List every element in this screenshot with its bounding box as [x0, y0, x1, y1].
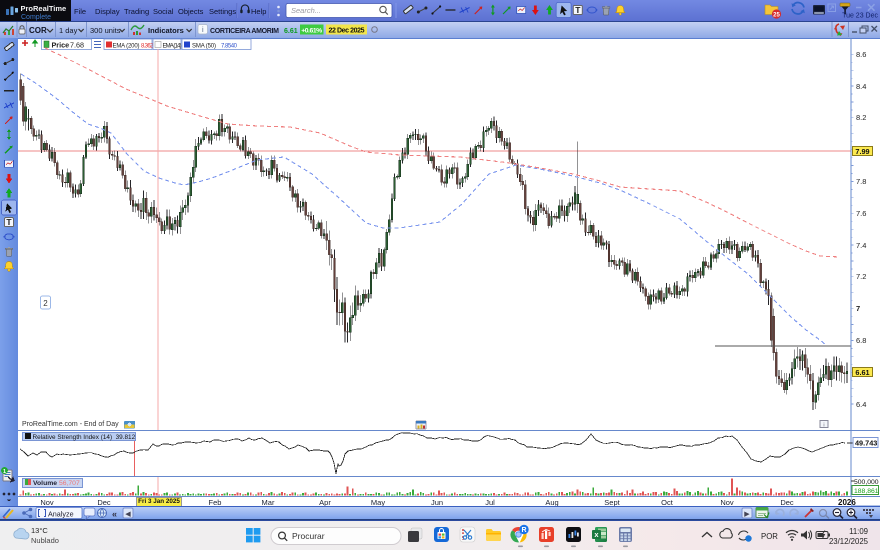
svg-text:◀: ◀	[125, 511, 131, 518]
svg-text:R: R	[521, 527, 526, 534]
svg-text:49.743: 49.743	[855, 439, 877, 448]
svg-text:Analyze: Analyze	[48, 510, 74, 519]
svg-text:Procurar: Procurar	[292, 531, 325, 541]
svg-text:2: 2	[43, 299, 48, 308]
svg-text:500,000: 500,000	[854, 479, 879, 486]
svg-text:23/12/2025: 23/12/2025	[829, 537, 869, 546]
svg-text:188,861: 188,861	[854, 488, 879, 495]
svg-text:▶: ▶	[744, 511, 750, 518]
svg-text:11:09: 11:09	[849, 527, 868, 536]
svg-text:«: «	[112, 509, 117, 519]
svg-text:i: i	[823, 422, 824, 428]
svg-text:POR: POR	[761, 532, 778, 541]
svg-text:Nublado: Nublado	[31, 536, 59, 545]
svg-text:1: 1	[3, 469, 6, 475]
svg-text:T: T	[6, 217, 12, 227]
svg-text:13°C: 13°C	[31, 526, 48, 535]
